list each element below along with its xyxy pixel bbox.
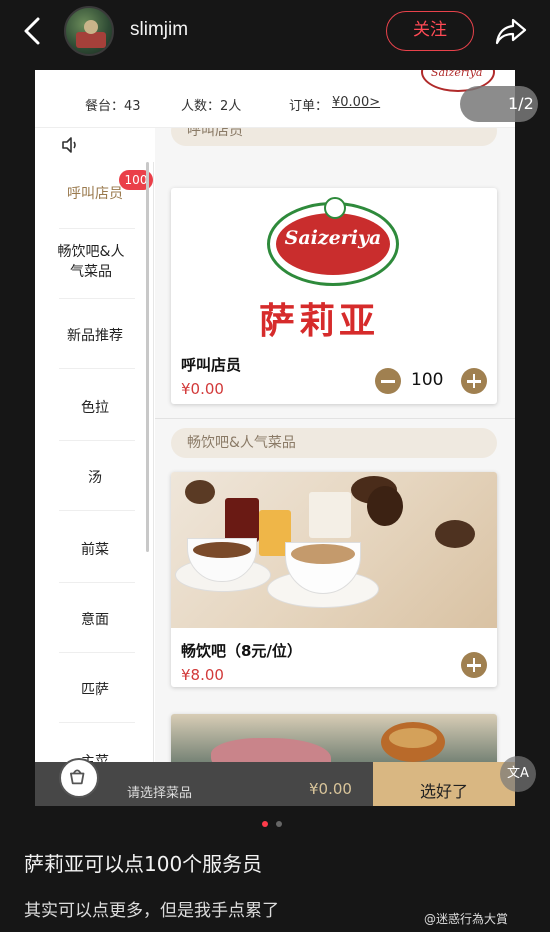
follow-button[interactable]: 关注 [386,11,474,51]
share-icon[interactable] [494,14,528,48]
item-price: ¥0.00 [181,380,224,398]
coffee-photo [171,472,497,628]
post-image[interactable]: 餐台：43 人数：2人 订单： ¥0.00> Saizeriya 呼叫店员 10… [35,70,515,806]
divider [59,722,135,723]
section-header-drinks: 畅饮吧&人气菜品 [171,428,497,458]
divider [59,368,135,369]
category-drink-bar[interactable]: 畅饮吧&人气菜品 [51,242,131,282]
decrease-quantity-button[interactable] [375,368,401,394]
category-pizza[interactable]: 匹萨 [47,680,143,700]
speaker-icon[interactable] [61,136,79,154]
translate-icon[interactable]: 文A [500,756,536,792]
divider [155,418,515,419]
cart-hint: 请选择菜品 [127,786,193,801]
add-item-button[interactable] [461,652,487,678]
category-salad[interactable]: 色拉 [47,398,143,418]
category-pasta[interactable]: 意面 [47,610,143,630]
divider [59,510,135,511]
order-total-link[interactable]: ¥0.00> [332,95,380,110]
username[interactable]: slimjim [130,19,188,41]
divider [59,228,135,229]
order-info-row: 餐台：43 人数：2人 订单： ¥0.00> Saizeriya [35,70,515,128]
divider [153,162,154,806]
item-name: 呼叫店员 [181,356,242,374]
image-pager: 1/2 [460,86,538,122]
category-appetizer[interactable]: 前菜 [47,540,143,560]
menu-item-drink-bar[interactable]: 畅饮吧（8元/位） ¥8.00 [171,472,497,687]
category-soup[interactable]: 汤 [47,468,143,488]
item-name: 畅饮吧（8元/位） [181,642,302,660]
table-number: 餐台：43 [85,99,141,114]
divider [59,652,135,653]
cart-bar: 请选择菜品 ¥0.00 选好了 [35,758,515,806]
saizeriya-logo: Saizeriya [267,197,399,286]
avatar[interactable] [64,6,114,56]
sidebar-scrollbar[interactable] [146,162,149,552]
order-label: 订单： [289,99,329,114]
cart-total: ¥0.00 [309,780,352,798]
divider [59,298,135,299]
people-count: 人数：2人 [181,99,242,114]
confirm-button[interactable]: 选好了 [373,762,515,806]
divider [59,582,135,583]
top-bar: slimjim 关注 [0,0,550,64]
item-price: ¥8.00 [181,666,224,684]
menu-item-call-staff[interactable]: Saizeriya 萨莉亚 呼叫店员 ¥0.00 100 [171,188,497,404]
category-sidebar: 呼叫店员 100 畅饮吧&人气菜品 新品推荐 色拉 汤 前菜 意面 匹萨 主菜 [35,162,153,806]
post-text: 其实可以点更多，但是我手点累了 [24,901,279,921]
increase-quantity-button[interactable] [461,368,487,394]
back-chevron-icon[interactable] [18,14,48,48]
page-dot[interactable] [276,821,282,827]
menu-list: 呼叫店员 Saizeriya 萨莉亚 呼叫店员 ¥0.00 100 畅饮吧&人气… [155,128,515,806]
section-header-call-staff: 呼叫店员 [171,128,497,146]
category-new[interactable]: 新品推荐 [47,326,143,346]
divider [59,440,135,441]
post-title: 萨莉亚可以点100个服务员 [24,852,263,876]
weibo-watermark: @迷惑行為大賞 [424,912,509,926]
saizeriya-chinese-name: 萨莉亚 [259,301,380,342]
page-dot-active[interactable] [262,821,268,827]
cart-icon[interactable] [59,758,99,798]
quantity-value: 100 [411,370,444,390]
